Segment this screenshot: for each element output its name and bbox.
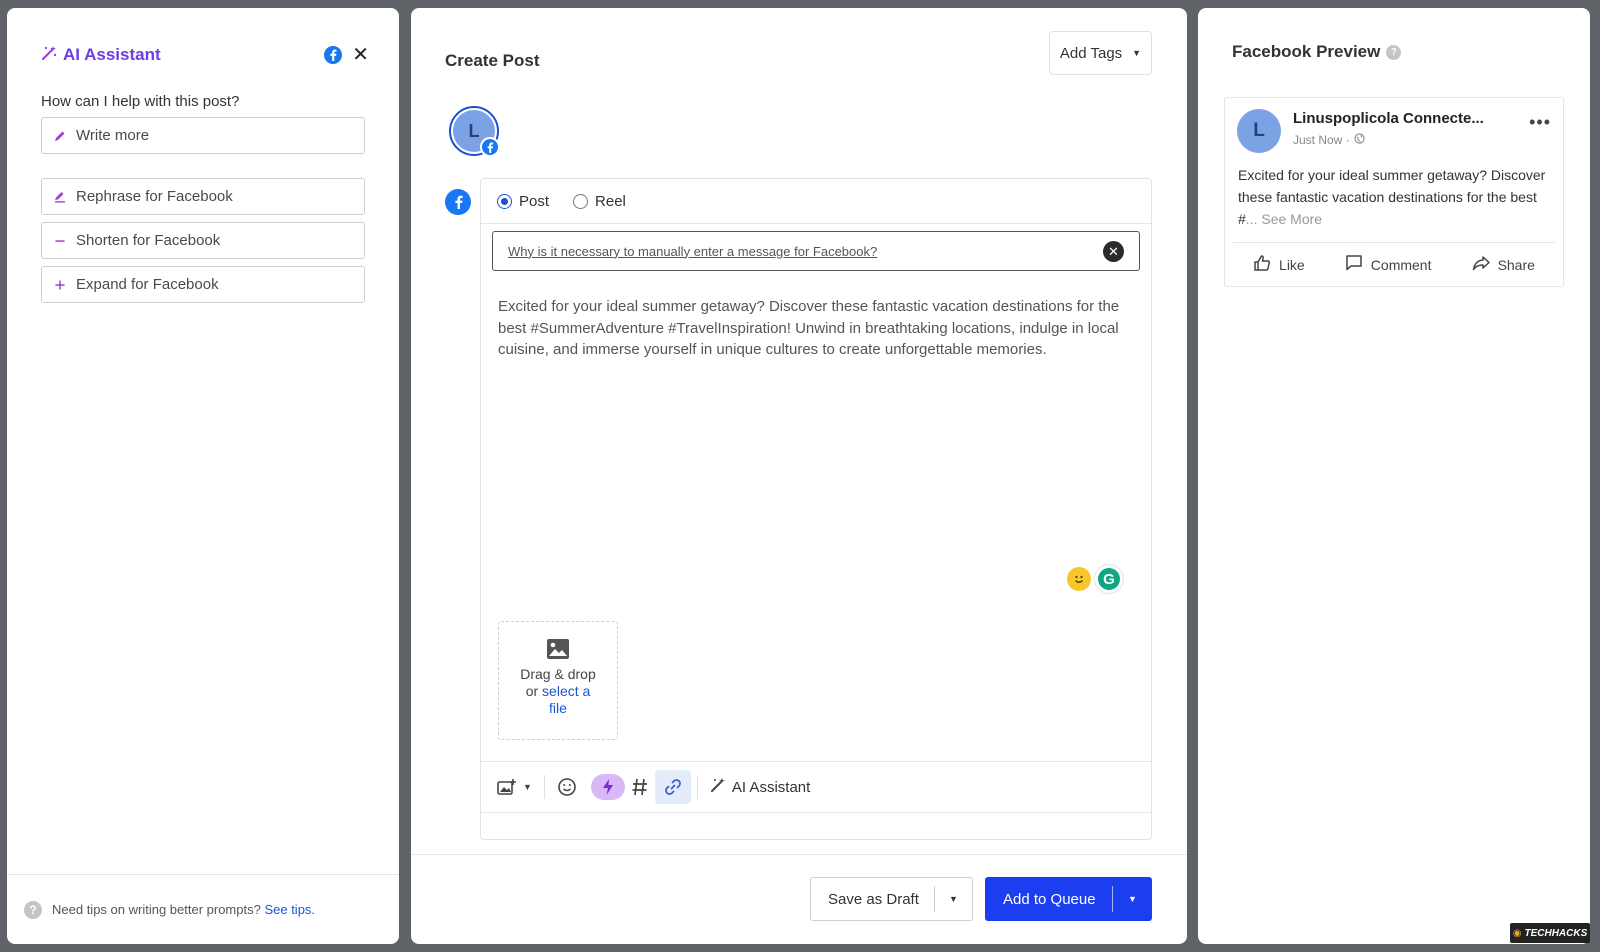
share-label: Share (1497, 256, 1535, 273)
close-icon[interactable]: ✕ (352, 45, 369, 65)
emoji-icon[interactable] (1067, 567, 1091, 591)
avatar: L (1237, 109, 1281, 153)
post-type-label: Reel (595, 192, 626, 210)
ai-question: How can I help with this post? (41, 93, 240, 110)
add-to-queue-caret-icon[interactable]: ▼ (1113, 894, 1152, 904)
radio-selected-icon (497, 193, 512, 209)
rephrase-button[interactable]: Rephrase for Facebook (41, 178, 365, 215)
post-type-post-radio[interactable]: Post (497, 193, 549, 210)
like-button[interactable]: Like (1253, 254, 1305, 275)
expand-button[interactable]: Expand for Facebook (41, 266, 365, 303)
dismiss-notice-icon[interactable]: ✕ (1103, 241, 1124, 262)
media-drop-zone[interactable]: Drag & drop or select a file (498, 621, 618, 740)
manual-message-notice: Why is it necessary to manually enter a … (492, 231, 1140, 271)
image-icon (546, 638, 570, 660)
help-icon: ? (24, 900, 42, 919)
post-text-area[interactable]: Excited for your ideal summer getaway? D… (498, 296, 1128, 361)
save-draft-caret-icon[interactable]: ▼ (935, 894, 972, 904)
add-tags-button[interactable]: Add Tags ▼ (1049, 31, 1152, 75)
facebook-badge-icon (480, 137, 500, 157)
post-time-text: Just Now · (1293, 133, 1350, 147)
emoji-picker-icon[interactable] (557, 777, 577, 797)
page-name: Linuspoplicola Connecte... (1293, 110, 1484, 127)
watermark-text: TECHHACKS (1524, 927, 1588, 939)
facebook-channel-icon[interactable] (445, 189, 471, 215)
add-to-queue-button[interactable]: Add to Queue ▼ (985, 877, 1152, 921)
facebook-post-preview: L Linuspoplicola Connecte... Just Now · … (1224, 97, 1564, 287)
select-file-link-cont[interactable]: file (549, 700, 567, 716)
add-media-icon[interactable] (497, 778, 517, 796)
magic-wand-icon (41, 45, 57, 66)
ai-assistant-toolbar-button[interactable]: AI Assistant (710, 777, 810, 798)
media-caret-icon[interactable]: ▼ (523, 782, 532, 792)
preview-title-text: Facebook Preview (1232, 42, 1381, 61)
link-shortener-icon[interactable] (654, 770, 691, 804)
ai-assistant-header: AI Assistant ✕ (41, 44, 369, 66)
more-options-icon[interactable]: ••• (1529, 112, 1551, 133)
comment-icon (1345, 254, 1371, 275)
minus-icon (52, 235, 68, 247)
grammarly-letter: G (1098, 568, 1120, 590)
page-title: Create Post (445, 51, 540, 70)
post-type-reel-radio[interactable]: Reel (573, 193, 626, 210)
rephrase-icon (52, 191, 68, 203)
preview-post-text: Excited for your ideal summer getaway? D… (1238, 164, 1556, 230)
notice-link[interactable]: Why is it necessary to manually enter a … (508, 244, 877, 259)
ai-assistant-toolbar-label: AI Assistant (731, 778, 811, 796)
shorten-label: Shorten for Facebook (76, 232, 221, 249)
radio-unselected-icon (573, 193, 589, 209)
see-tips-link[interactable]: See tips. (264, 902, 315, 917)
watermark-logo: ◉ TECHHACKS (1510, 923, 1590, 943)
profile-avatar[interactable]: L (449, 106, 500, 157)
comment-label: Comment (1370, 256, 1432, 273)
post-type-label: Post (519, 192, 550, 210)
drag-drop-text: Drag & drop (520, 666, 596, 682)
ai-tips-footer: ? Need tips on writing better prompts? S… (7, 874, 399, 944)
toolbar-divider (543, 775, 545, 799)
post-editor: Post Reel Why is it necessary to manuall… (480, 178, 1152, 840)
editor-toolbar: ▼ AI Assistant (481, 761, 1151, 813)
magic-wand-icon (710, 777, 726, 798)
plus-icon (52, 279, 68, 291)
or-text: or (525, 683, 539, 699)
thumbs-up-icon (1253, 254, 1279, 275)
facebook-preview-panel: Facebook Preview ? L Linuspoplicola Conn… (1198, 8, 1590, 944)
preview-title: Facebook Preview ? (1232, 42, 1402, 62)
add-tags-label: Add Tags (1059, 44, 1123, 62)
select-file-link[interactable]: select a (542, 683, 590, 699)
tips-text: Need tips on writing better prompts? (52, 902, 261, 917)
write-more-label: Write more (76, 127, 150, 144)
create-post-footer: Save as Draft ▼ Add to Queue ▼ (411, 854, 1187, 944)
globe-icon (1354, 133, 1365, 147)
facebook-icon[interactable] (324, 46, 343, 64)
share-button[interactable]: Share (1472, 254, 1535, 275)
post-type-selector: Post Reel (481, 179, 1151, 224)
hashtag-icon[interactable] (631, 777, 649, 797)
watermark-icon: ◉ (1512, 927, 1522, 939)
save-draft-button[interactable]: Save as Draft ▼ (810, 877, 973, 921)
see-more-link[interactable]: ... See More (1246, 211, 1322, 227)
rephrase-label: Rephrase for Facebook (76, 188, 233, 205)
toolbar-divider (696, 775, 698, 799)
ai-assistant-title: AI Assistant (63, 45, 161, 64)
save-draft-label: Save as Draft (828, 890, 919, 908)
comment-button[interactable]: Comment (1345, 254, 1432, 275)
shorten-button[interactable]: Shorten for Facebook (41, 222, 365, 259)
ai-assistant-panel: AI Assistant ✕ How can I help with this … (7, 8, 399, 944)
expand-label: Expand for Facebook (76, 276, 219, 293)
pencil-icon (52, 130, 68, 142)
caret-down-icon: ▼ (1132, 48, 1142, 58)
help-icon[interactable]: ? (1386, 44, 1402, 60)
write-more-button[interactable]: Write more (41, 117, 365, 154)
share-icon (1472, 254, 1498, 275)
post-time: Just Now · (1293, 133, 1365, 147)
preview-actions: Like Comment Share (1233, 242, 1555, 286)
create-post-panel: Create Post Add Tags ▼ L Post Reel Why i… (411, 8, 1187, 944)
lightning-icon[interactable] (590, 774, 625, 800)
add-to-queue-label: Add to Queue (1003, 890, 1096, 908)
like-label: Like (1279, 256, 1305, 273)
grammarly-icon[interactable]: G (1095, 565, 1123, 593)
